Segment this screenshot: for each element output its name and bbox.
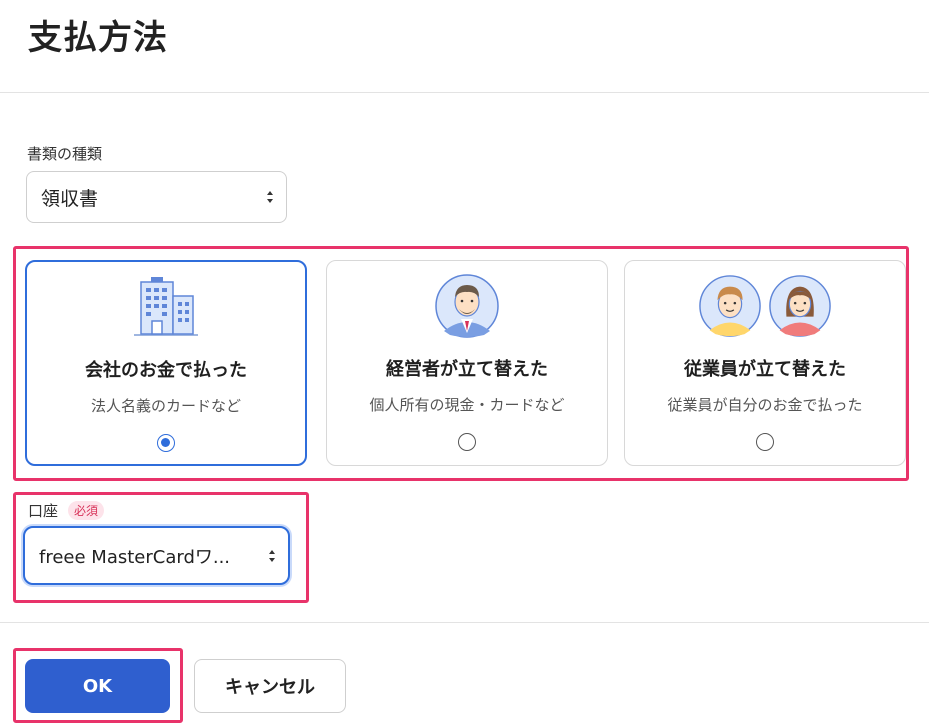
ok-button[interactable]: OK <box>25 659 170 713</box>
payer-option-subtitle: 個人所有の現金・カードなど <box>369 396 565 414</box>
document-type-select[interactable]: 領収書 <box>26 171 287 223</box>
footer-divider <box>0 622 929 623</box>
payer-option-subtitle: 従業員が自分のお金で払った <box>667 396 863 414</box>
select-arrows-icon <box>267 191 273 203</box>
document-type-label: 書類の種類 <box>27 145 103 163</box>
payer-option-employee[interactable]: 従業員が立て替えた 従業員が自分のお金で払った <box>624 260 906 466</box>
payer-option-radio[interactable] <box>157 434 175 452</box>
required-badge: 必須 <box>68 501 105 520</box>
payer-option-radio[interactable] <box>756 433 774 451</box>
executive-avatar-icon <box>327 273 607 339</box>
payer-option-title: 会社のお金で払った <box>85 360 247 381</box>
account-label-row: 口座 必須 <box>28 500 105 521</box>
payer-option-executive[interactable]: 経営者が立て替えた 個人所有の現金・カードなど <box>326 260 608 466</box>
payer-option-company[interactable]: 会社のお金で払った 法人名義のカードなど <box>25 260 307 466</box>
payer-option-radio[interactable] <box>458 433 476 451</box>
payer-option-subtitle: 法人名義のカードなど <box>90 397 241 415</box>
document-type-value: 領収書 <box>41 187 99 210</box>
account-label: 口座 <box>28 502 59 520</box>
payer-option-title: 従業員が立て替えた <box>684 359 846 380</box>
header-divider <box>0 92 929 93</box>
payer-option-title: 経営者が立て替えた <box>386 359 548 380</box>
select-arrows-icon <box>269 549 275 562</box>
account-select[interactable]: freee MasterCardワ... <box>23 526 290 585</box>
building-icon <box>27 274 305 340</box>
cancel-button[interactable]: キャンセル <box>194 659 346 713</box>
account-value: freee MasterCardワ... <box>39 546 231 568</box>
page-title: 支払方法 <box>28 18 168 58</box>
employees-avatar-icon <box>625 273 905 339</box>
